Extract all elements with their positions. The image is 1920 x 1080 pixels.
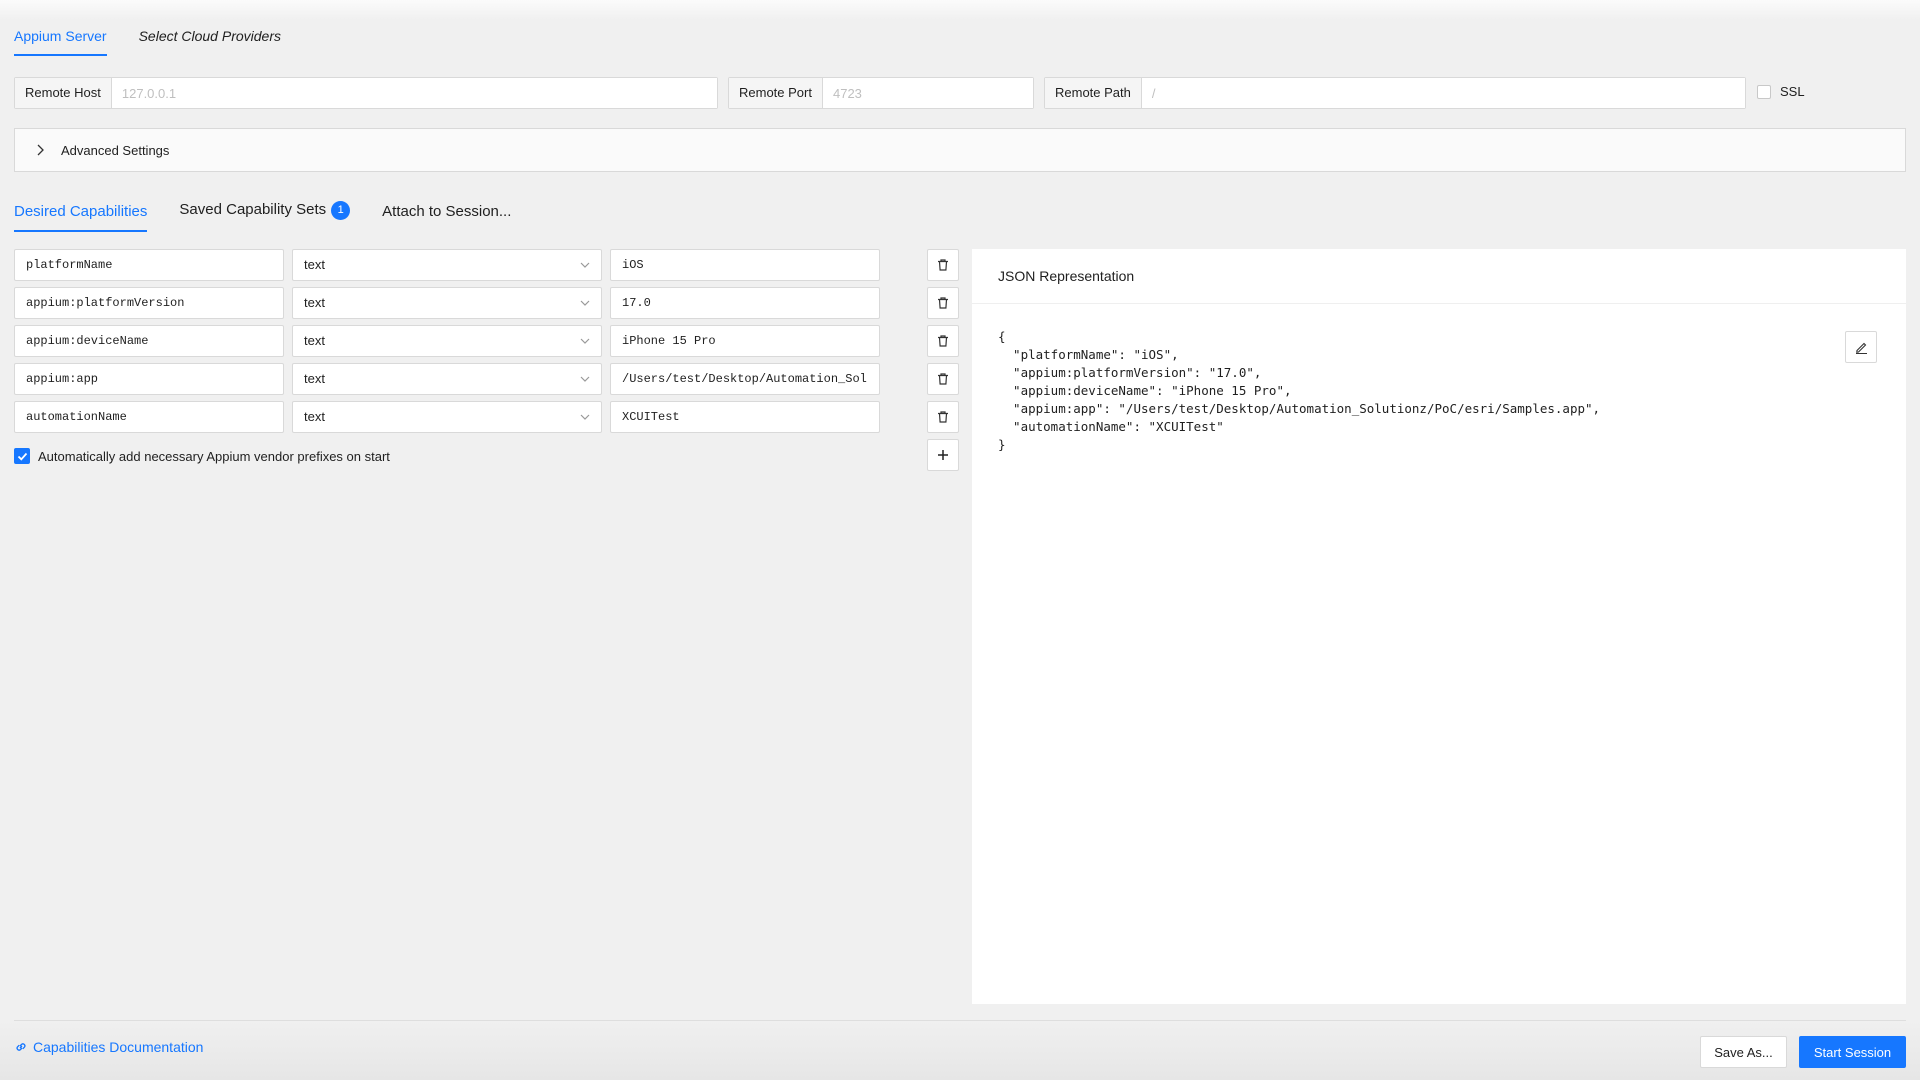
- server-tabs: Appium Server Select Cloud Providers: [14, 28, 313, 56]
- tab-select-cloud-providers[interactable]: Select Cloud Providers: [139, 28, 281, 56]
- delete-capability-button[interactable]: [927, 287, 959, 319]
- json-content: { "platformName": "iOS", "appium:platfor…: [998, 329, 1601, 452]
- capability-name-text: automationName: [26, 410, 127, 424]
- advanced-settings-collapse[interactable]: Advanced Settings: [14, 128, 1906, 172]
- bottom-fade: [0, 1020, 1920, 1080]
- capability-value-text: iPhone 15 Pro: [622, 334, 716, 348]
- capability-name-text: platformName: [26, 258, 113, 272]
- capability-type-text: text: [304, 333, 325, 348]
- trash-icon: [938, 335, 948, 347]
- capability-type-text: text: [304, 409, 325, 424]
- tab-desired-capabilities[interactable]: Desired Capabilities: [14, 203, 148, 232]
- delete-capability-button[interactable]: [927, 325, 959, 357]
- saved-sets-label: Saved Capability Sets: [179, 201, 327, 218]
- remote-port-input[interactable]: [822, 78, 1033, 108]
- remote-host-input[interactable]: [111, 78, 717, 108]
- capabilities-documentation-label: Capabilities Documentation: [33, 1039, 204, 1055]
- capability-value-text: 17.0: [622, 296, 651, 310]
- capability-type-select[interactable]: text: [292, 287, 602, 319]
- capability-name-text: appium:deviceName: [26, 334, 149, 348]
- capability-type-select[interactable]: text: [292, 401, 602, 433]
- capability-type-text: text: [304, 371, 325, 386]
- delete-capability-button[interactable]: [927, 401, 959, 433]
- tab-attach-to-session[interactable]: Attach to Session...: [382, 203, 511, 232]
- remote-path-label: Remote Path: [1045, 78, 1142, 108]
- json-panel-title: JSON Representation: [972, 249, 1906, 304]
- capability-type-select[interactable]: text: [292, 325, 602, 357]
- capability-value-text: XCUITest: [622, 410, 680, 424]
- remote-path-group: Remote Path: [1044, 77, 1746, 109]
- capability-value-input[interactable]: 17.0: [610, 287, 880, 319]
- capability-type-select[interactable]: text: [292, 363, 602, 395]
- vendor-prefix-option[interactable]: Automatically add necessary Appium vendo…: [14, 448, 390, 464]
- capability-name-text: appium:platformVersion: [26, 296, 185, 310]
- link-icon: [16, 1043, 26, 1051]
- trash-icon: [938, 373, 948, 385]
- chevron-down-icon: [580, 338, 590, 344]
- capability-name-input[interactable]: platformName: [14, 249, 284, 281]
- remote-port-label: Remote Port: [729, 78, 823, 108]
- chevron-down-icon: [580, 262, 590, 268]
- top-fade: [0, 0, 1920, 20]
- save-as-button[interactable]: Save As...: [1700, 1036, 1787, 1068]
- edit-icon: [1855, 342, 1867, 354]
- trash-icon: [938, 259, 948, 271]
- capability-value-input[interactable]: /Users/test/Desktop/Automation_Sol: [610, 363, 880, 395]
- ssl-label: SSL: [1780, 84, 1805, 99]
- delete-capability-button[interactable]: [927, 249, 959, 281]
- capability-value-input[interactable]: iOS: [610, 249, 880, 281]
- capability-name-input[interactable]: automationName: [14, 401, 284, 433]
- delete-capability-button[interactable]: [927, 363, 959, 395]
- remote-host-group: Remote Host: [14, 77, 718, 109]
- tab-appium-server[interactable]: Appium Server: [14, 28, 107, 56]
- check-icon: [17, 452, 27, 461]
- capability-name-input[interactable]: appium:app: [14, 363, 284, 395]
- capabilities-documentation-link[interactable]: Capabilities Documentation: [14, 1039, 203, 1055]
- chevron-down-icon: [580, 414, 590, 420]
- advanced-settings-label: Advanced Settings: [61, 142, 170, 158]
- capability-value-text: iOS: [622, 258, 644, 272]
- capability-type-text: text: [304, 295, 325, 310]
- capability-type-text: text: [304, 257, 325, 272]
- remote-host-label: Remote Host: [15, 78, 112, 108]
- tab-saved-capability-sets[interactable]: Saved Capability Sets 1: [179, 201, 351, 232]
- capability-tabs: Desired Capabilities Saved Capability Se…: [14, 201, 543, 232]
- capability-name-input[interactable]: appium:platformVersion: [14, 287, 284, 319]
- start-session-button[interactable]: Start Session: [1799, 1036, 1906, 1068]
- chevron-down-icon: [580, 300, 590, 306]
- ssl-option[interactable]: SSL: [1757, 84, 1805, 99]
- trash-icon: [938, 411, 948, 423]
- capability-name-input[interactable]: appium:deviceName: [14, 325, 284, 357]
- chevron-down-icon: [580, 376, 590, 382]
- add-capability-button[interactable]: [927, 439, 959, 471]
- capability-value-input[interactable]: iPhone 15 Pro: [610, 325, 880, 357]
- footer-divider: [14, 1020, 1906, 1021]
- remote-port-group: Remote Port: [728, 77, 1034, 109]
- saved-sets-count-badge: 1: [331, 201, 351, 220]
- ssl-checkbox[interactable]: [1757, 84, 1771, 99]
- trash-icon: [938, 297, 948, 309]
- vendor-prefix-checkbox[interactable]: [14, 448, 30, 464]
- capability-name-text: appium:app: [26, 372, 99, 386]
- chevron-right-icon: [37, 144, 44, 156]
- capability-type-select[interactable]: text: [292, 249, 602, 281]
- capability-value-input[interactable]: XCUITest: [610, 401, 880, 433]
- plus-icon: [938, 450, 948, 460]
- remote-path-input[interactable]: [1141, 78, 1745, 108]
- edit-json-button[interactable]: [1845, 331, 1877, 363]
- vendor-prefix-label: Automatically add necessary Appium vendo…: [38, 448, 390, 464]
- capability-value-text: /Users/test/Desktop/Automation_Sol: [622, 372, 867, 386]
- json-representation-panel: JSON Representation { "platformName": "i…: [972, 249, 1906, 1004]
